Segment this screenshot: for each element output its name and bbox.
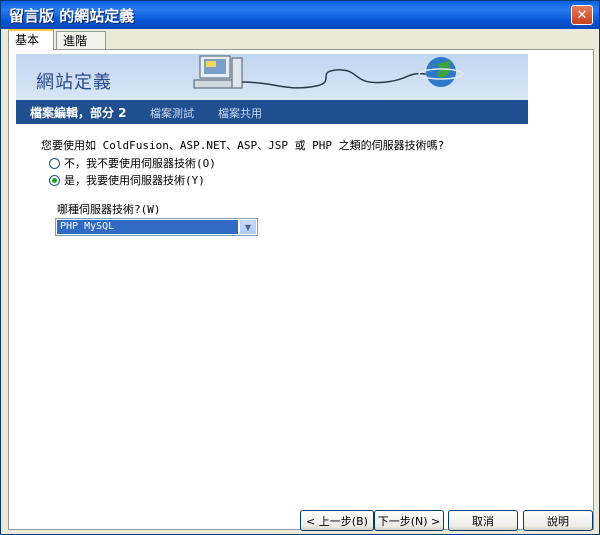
- chevron-down-icon[interactable]: ▼: [240, 220, 256, 234]
- radio-yes-label: 是，我要使用伺服器技術(Y): [64, 174, 205, 187]
- banner-title: 網站定義: [36, 72, 112, 93]
- step-testing: 檔案測試: [150, 107, 194, 120]
- tab-basic[interactable]: 基本: [8, 29, 54, 50]
- radio-no-button[interactable]: [49, 157, 60, 169]
- window-title: 留言版 的網站定義: [9, 7, 135, 25]
- radio-yes-button[interactable]: [49, 174, 60, 186]
- next-button[interactable]: 下一步(N) >: [374, 510, 444, 531]
- server-tech-label: 哪種伺服器技術?(W): [57, 203, 161, 216]
- wizard-panel: 網站定義 檔案編輯，部分 2 檔案測試 檔案共用 您要使用如 ColdFusio…: [8, 49, 594, 531]
- computer-network-globe-icon: [193, 55, 464, 89]
- help-button[interactable]: 說明: [523, 510, 593, 531]
- wizard-step-nav: 檔案編輯，部分 2 檔案測試 檔案共用: [16, 100, 528, 124]
- close-button[interactable]: ✕: [571, 5, 593, 25]
- radio-no-label: 不，我不要使用伺服器技術(O): [64, 157, 216, 170]
- title-bar[interactable]: 留言版 的網站定義 ✕: [1, 1, 599, 29]
- radio-option-yes[interactable]: 是，我要使用伺服器技術(Y): [49, 172, 205, 188]
- close-icon: ✕: [576, 7, 588, 23]
- step-sharing: 檔案共用: [218, 107, 262, 120]
- tab-advanced[interactable]: 進階: [56, 31, 106, 49]
- wizard-banner: 網站定義: [16, 54, 528, 100]
- server-tech-select[interactable]: PHP MySQL ▼: [55, 218, 258, 236]
- server-tech-question: 您要使用如 ColdFusion、ASP.NET、ASP、JSP 或 PHP 之…: [41, 139, 445, 152]
- cancel-button[interactable]: 取消: [448, 510, 518, 531]
- server-tech-value: PHP MySQL: [57, 220, 238, 234]
- step-editing-part-2: 檔案編輯，部分 2: [30, 106, 127, 120]
- back-button[interactable]: < 上一步(B): [300, 510, 374, 531]
- site-definition-dialog: 留言版 的網站定義 ✕ 基本 進階 網站定義 檔案編輯，部分 2 檔案測試 檔案: [0, 0, 600, 535]
- radio-option-no[interactable]: 不，我不要使用伺服器技術(O): [49, 155, 216, 171]
